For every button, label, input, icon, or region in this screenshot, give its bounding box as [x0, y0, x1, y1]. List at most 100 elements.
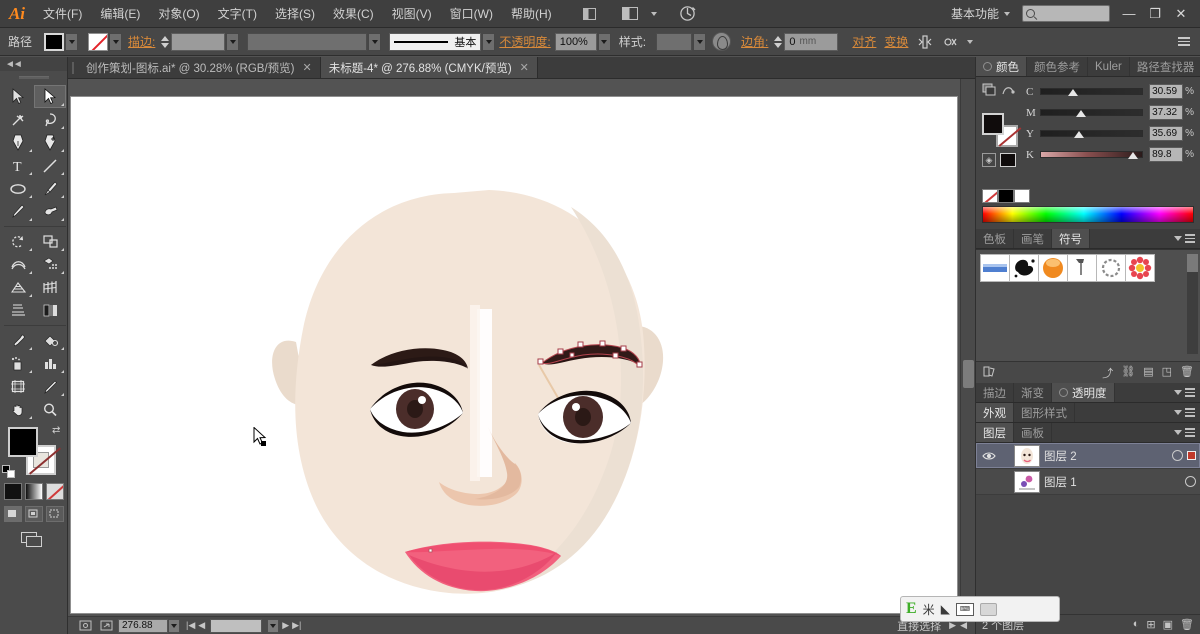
- arrange-documents-chevron-icon[interactable]: [647, 3, 659, 25]
- ime-toolbar[interactable]: E 米 ◣ ⌨: [900, 596, 1060, 622]
- slider-c[interactable]: C 30.59 %: [1026, 81, 1194, 102]
- toolbar-collapse-handle[interactable]: ◄◄: [0, 57, 67, 71]
- eyedropper-tool[interactable]: [2, 329, 34, 352]
- tab-appearance[interactable]: 外观: [976, 403, 1014, 422]
- gradient-tool[interactable]: [2, 299, 34, 322]
- target-icon[interactable]: [1172, 450, 1183, 461]
- pencil-tool[interactable]: [2, 200, 34, 223]
- first-artboard-icon[interactable]: |◀: [186, 620, 195, 631]
- slice-tool[interactable]: [34, 375, 66, 398]
- color-ramp-icon[interactable]: [1001, 83, 1015, 99]
- style-dropdown-icon[interactable]: [693, 32, 707, 51]
- menu-view[interactable]: 视图(V): [383, 0, 441, 28]
- slider-m-value[interactable]: 37.32: [1149, 105, 1184, 120]
- keyboard-icon[interactable]: ⌨: [955, 602, 974, 616]
- pen-tool[interactable]: [2, 131, 34, 154]
- break-link-icon[interactable]: ⛓: [1121, 365, 1135, 381]
- ime-settings-icon[interactable]: [979, 602, 997, 616]
- new-layer-icon[interactable]: ▣: [1163, 618, 1173, 631]
- stroke-dropdown-icon[interactable]: [109, 32, 123, 51]
- align-label[interactable]: 对齐: [852, 33, 876, 50]
- more-options-chevron-icon[interactable]: [967, 39, 974, 44]
- draw-inside-button[interactable]: [45, 506, 64, 522]
- none-fill-mode-button[interactable]: [45, 483, 64, 500]
- stroke-weight-stepper[interactable]: [161, 35, 170, 48]
- face-artwork[interactable]: [71, 97, 957, 613]
- appearance-panel-menu-icon[interactable]: [1169, 403, 1200, 422]
- cube-3d-icon[interactable]: ◈: [982, 153, 996, 167]
- corner-field[interactable]: 0 mm: [784, 32, 839, 51]
- vertical-scroll-thumb[interactable]: [963, 360, 974, 388]
- corner-stepper[interactable]: [774, 35, 783, 48]
- delete-symbol-icon[interactable]: 🗑: [1180, 365, 1194, 381]
- control-bar-menu[interactable]: [1178, 37, 1200, 46]
- selection-tool[interactable]: [2, 85, 34, 108]
- symbols-panel-menu-icon[interactable]: [1169, 229, 1200, 248]
- layer-name-2[interactable]: 图层 2: [1044, 448, 1077, 464]
- opacity-field[interactable]: 100%: [554, 32, 597, 51]
- new-symbol-icon[interactable]: ◳: [1162, 365, 1172, 381]
- transform-label[interactable]: 变换: [884, 33, 908, 50]
- document-tab-1[interactable]: 创作策划-图标.ai* @ 30.28% (RGB/预览) ✕: [78, 57, 321, 78]
- type-tool[interactable]: T: [2, 154, 34, 177]
- menu-select[interactable]: 选择(S): [266, 0, 324, 28]
- swap-fill-stroke-icon[interactable]: ⇄: [52, 425, 64, 437]
- opacity-dropdown-icon[interactable]: [597, 32, 611, 51]
- last-artboard-icon[interactable]: ▶|: [292, 620, 301, 631]
- swatch-none[interactable]: [982, 189, 998, 203]
- slider-k-value[interactable]: 89.8: [1149, 147, 1184, 162]
- menu-window[interactable]: 窗口(W): [441, 0, 502, 28]
- line-segment-tool[interactable]: [34, 154, 66, 177]
- fill-dropdown-icon[interactable]: [65, 32, 79, 51]
- rotate-tool[interactable]: [2, 230, 34, 253]
- selection-indicator[interactable]: [1187, 451, 1196, 460]
- slider-y-track[interactable]: [1040, 130, 1144, 138]
- slider-y-value[interactable]: 35.69: [1149, 126, 1184, 141]
- target-icon[interactable]: [1185, 476, 1196, 487]
- direct-selection-tool[interactable]: [34, 85, 66, 108]
- document-tab-2[interactable]: 未标题-4* @ 276.88% (CMYK/预览) ✕: [320, 57, 538, 78]
- canvas-vertical-scrollbar[interactable]: [960, 79, 975, 619]
- tab-kuler[interactable]: Kuler: [1088, 57, 1130, 76]
- cs-live-icon[interactable]: [675, 3, 701, 25]
- create-sublayer-icon[interactable]: ⊞: [1146, 618, 1155, 631]
- tab-color-guide[interactable]: 颜色参考: [1027, 57, 1088, 76]
- menu-file[interactable]: 文件(F): [34, 0, 91, 28]
- corner-label[interactable]: 边角:: [741, 33, 768, 50]
- stroke-swatch-group[interactable]: [88, 32, 123, 51]
- bridge-icon[interactable]: [577, 3, 603, 25]
- symbols-scrollbar[interactable]: [1187, 254, 1198, 354]
- symbol-libraries-icon[interactable]: [982, 365, 997, 381]
- tab-layers[interactable]: 图层: [976, 423, 1014, 442]
- tab-symbols[interactable]: 符号: [1052, 229, 1090, 248]
- column-graph-tool[interactable]: [34, 352, 66, 375]
- align-horizontal-icon[interactable]: [914, 32, 936, 52]
- symbol-ink-splat[interactable]: [1009, 254, 1039, 282]
- symbol-wreath[interactable]: [1096, 254, 1126, 282]
- tab-pathfinder[interactable]: 路径查找器: [1130, 57, 1200, 76]
- screen-mode-button[interactable]: [0, 532, 67, 550]
- tab-graphic-styles[interactable]: 图形样式: [1014, 403, 1075, 422]
- color-fill-swatch[interactable]: [982, 113, 1004, 135]
- minimize-button[interactable]: —: [1116, 2, 1142, 26]
- default-fill-stroke-icon[interactable]: [2, 465, 16, 479]
- scale-tool[interactable]: [34, 230, 66, 253]
- slider-c-track[interactable]: [1040, 88, 1144, 96]
- symbol-orange-orb[interactable]: [1038, 254, 1068, 282]
- artboard-number-field[interactable]: [210, 618, 263, 633]
- slider-m[interactable]: M 37.32 %: [1026, 102, 1194, 123]
- shape-builder-tool[interactable]: [34, 253, 66, 276]
- workspace-switcher[interactable]: 基本功能: [945, 4, 1016, 24]
- gradient-fill-mode-button[interactable]: [24, 483, 43, 500]
- artboard[interactable]: [70, 96, 958, 614]
- symbol-sprayer-tool[interactable]: [2, 352, 34, 375]
- export-icon[interactable]: [97, 619, 115, 633]
- color-fill-mode-button[interactable]: [3, 483, 22, 500]
- symbol-options-icon[interactable]: ▤: [1143, 365, 1153, 381]
- stroke-weight-field[interactable]: [171, 32, 226, 51]
- place-symbol-icon[interactable]: ⤴: [1102, 365, 1113, 381]
- close-icon[interactable]: ✕: [303, 61, 312, 74]
- document-info-icon[interactable]: [76, 619, 94, 633]
- layer-name-1[interactable]: 图层 1: [1044, 474, 1077, 490]
- layer-row-1[interactable]: 图层 1: [976, 469, 1200, 495]
